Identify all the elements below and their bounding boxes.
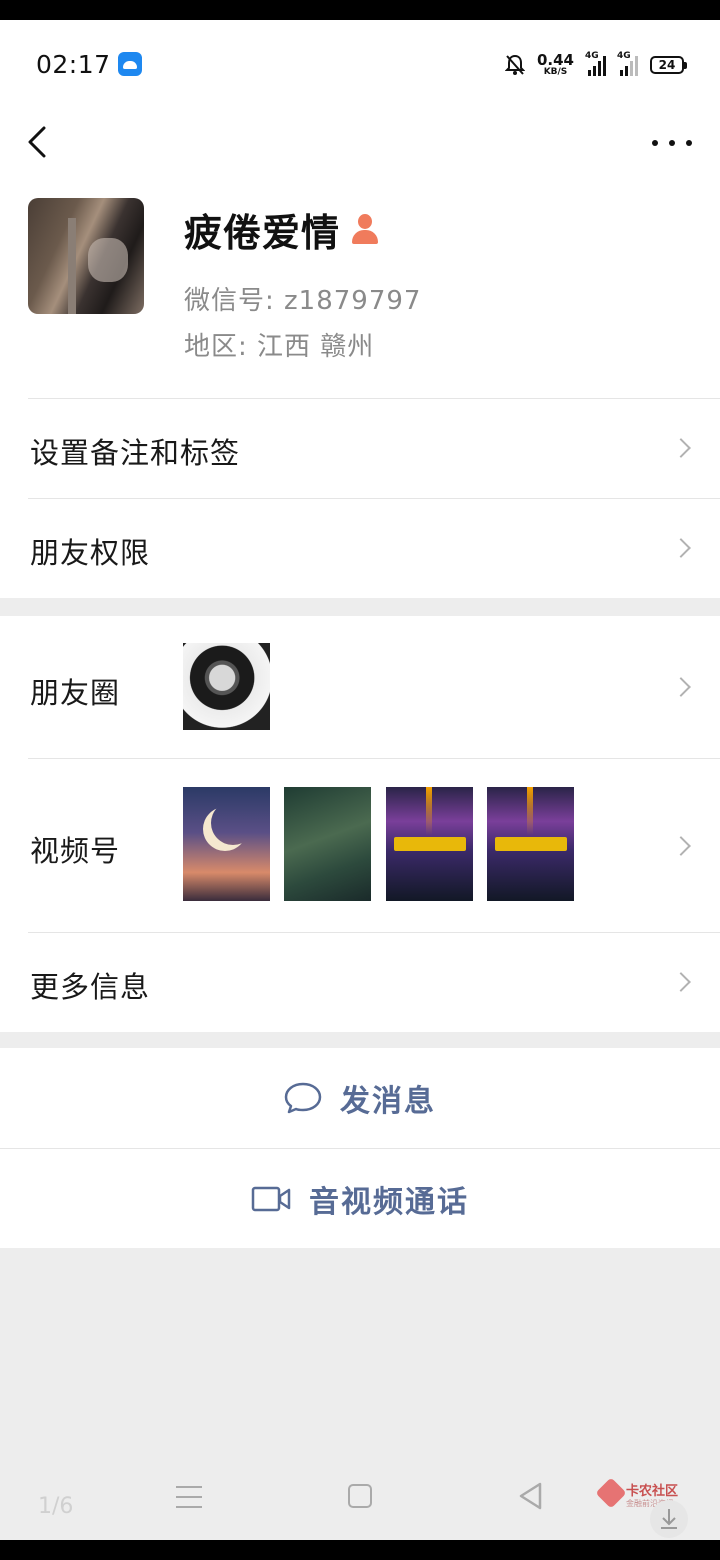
chat-bubble-icon: [284, 1082, 322, 1114]
home-icon[interactable]: [348, 1484, 372, 1508]
avatar[interactable]: [28, 198, 144, 314]
send-message-button[interactable]: 发消息: [0, 1048, 720, 1148]
remark-tags-label: 设置备注和标签: [30, 436, 241, 470]
watermark-logo-icon: [595, 1477, 627, 1509]
chevron-right-icon: [671, 538, 691, 558]
divider: [28, 758, 720, 759]
sim2-signal-icon: 4G: [617, 51, 638, 76]
profile-card: 疲倦爱情 微信号: z1879797 地区: 江西 赣州: [0, 180, 720, 398]
wechat-id: 微信号: z1879797: [184, 286, 422, 316]
channel-video-thumbnail: [386, 787, 473, 901]
bell-muted-icon: [504, 54, 525, 75]
sim2-label: 4G: [617, 51, 631, 61]
more-info-label: 更多信息: [30, 970, 151, 1004]
page-indicator: 1/6: [38, 1494, 74, 1519]
network-speed-value: 0.44: [536, 51, 574, 69]
status-bar: 02:17 0.44 KB/S 4G 4G 24: [0, 20, 720, 110]
back-icon[interactable]: [20, 122, 60, 162]
download-icon[interactable]: [650, 1500, 688, 1538]
channels-label: 视频号: [30, 834, 121, 868]
chevron-right-icon: [671, 972, 691, 992]
network-speed-unit: KB/S: [543, 67, 568, 77]
more-options-icon[interactable]: [652, 126, 692, 160]
screen: 02:17 0.44 KB/S 4G 4G 24 疲倦爱情 微信号: z1879…: [0, 20, 720, 1540]
divider: [28, 498, 720, 499]
name-row: 疲倦爱情: [184, 204, 379, 255]
divider: [28, 932, 720, 933]
android-notification-icon: [118, 52, 142, 76]
video-call-button[interactable]: 音视频通话: [0, 1148, 720, 1248]
watermark-title: 卡农社区: [626, 1484, 679, 1499]
system-nav-bar: 1/6 卡农社区 金融前沿资讯: [0, 1460, 720, 1540]
channels-row[interactable]: 视频号: [0, 758, 720, 932]
friend-permissions-row[interactable]: 朋友权限: [0, 498, 720, 598]
video-camera-icon: [251, 1186, 291, 1211]
chevron-right-icon: [671, 677, 691, 697]
back-triangle-icon[interactable]: [518, 1482, 544, 1510]
channel-video-thumbnail: [183, 787, 270, 901]
channel-video-thumbnail: [284, 787, 371, 901]
moments-thumbnail: [183, 643, 270, 730]
menu-icon[interactable]: [176, 1486, 202, 1508]
video-call-label: 音视频通话: [309, 1184, 469, 1220]
sim1-signal-icon: 4G: [585, 51, 606, 76]
moments-label: 朋友圈: [30, 676, 121, 710]
sim1-label: 4G: [585, 51, 599, 61]
status-icons: 0.44 KB/S 4G 4G 24: [504, 50, 687, 80]
channel-video-thumbnail: [487, 787, 574, 901]
region: 地区: 江西 赣州: [184, 332, 375, 362]
profile-name: 疲倦爱情: [184, 210, 341, 255]
friend-permissions-label: 朋友权限: [30, 536, 151, 570]
send-message-label: 发消息: [340, 1084, 436, 1119]
chevron-right-icon: [671, 836, 691, 856]
female-icon: [352, 214, 379, 244]
moments-row[interactable]: 朋友圈: [0, 616, 720, 758]
battery-icon: 24: [650, 56, 687, 74]
more-info-row[interactable]: 更多信息: [0, 932, 720, 1032]
network-speed: 0.44 KB/S: [537, 53, 574, 77]
chevron-right-icon: [671, 438, 691, 458]
divider: [28, 398, 720, 399]
status-time: 02:17: [36, 50, 111, 79]
remark-tags-row[interactable]: 设置备注和标签: [0, 398, 720, 498]
